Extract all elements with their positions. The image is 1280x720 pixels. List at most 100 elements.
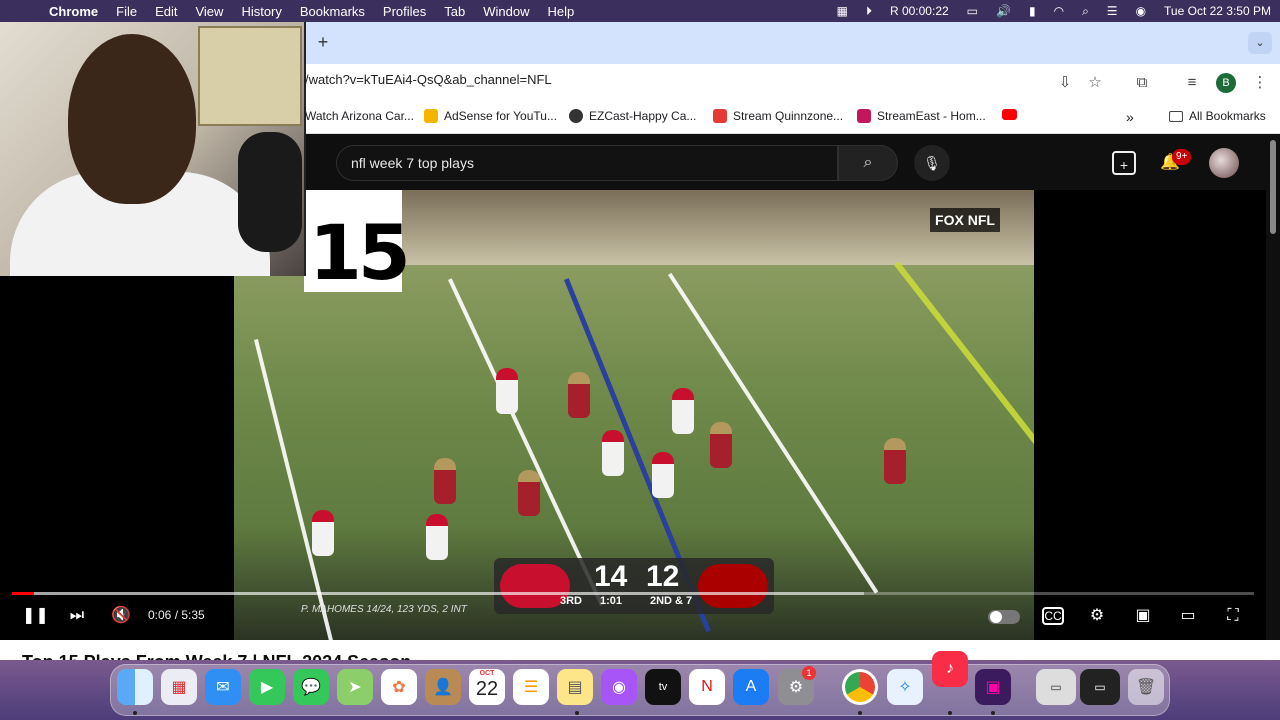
battery-icon[interactable]: ▮: [1020, 4, 1045, 18]
bookmark-item[interactable]: EZCast-Happy Ca...: [569, 109, 696, 123]
music-icon[interactable]: ♪: [932, 651, 968, 687]
screen-recorder-icon[interactable]: ▣: [975, 669, 1011, 705]
settings-badge: 1: [802, 666, 816, 680]
all-bookmarks-button[interactable]: All Bookmarks: [1169, 109, 1266, 123]
game-clock: 1:01: [600, 595, 623, 607]
extensions-icon[interactable]: ⧉: [1131, 72, 1153, 94]
app-menu[interactable]: Chrome: [40, 4, 107, 19]
running-indicator: [133, 711, 137, 715]
bookmark-label: Watch Arizona Car...: [305, 109, 414, 123]
play-icon[interactable]: ⏵: [857, 4, 881, 19]
globe-icon: [569, 109, 583, 123]
bookmark-item[interactable]: AdSense for YouTu...: [424, 109, 557, 123]
bookmarks-overflow-icon[interactable]: »: [1126, 109, 1134, 125]
window-preview-1[interactable]: ▭: [1036, 669, 1076, 705]
settings-gear-icon[interactable]: ⚙: [1086, 604, 1108, 628]
search-input[interactable]: nfl week 7 top plays: [336, 145, 838, 181]
bookmark-item[interactable]: [1002, 109, 1017, 120]
recording-timer[interactable]: R 00:00:22: [881, 4, 958, 18]
player-chiefs: [426, 514, 448, 560]
notes-icon[interactable]: ▤: [557, 669, 593, 705]
tab-search-chevron-icon[interactable]: ⌄: [1248, 32, 1272, 54]
theater-mode-icon[interactable]: ▭: [1176, 604, 1200, 628]
siri-icon[interactable]: ◉: [1127, 4, 1155, 18]
new-tab-icon[interactable]: +: [314, 31, 332, 53]
chiefs-score: 14: [594, 560, 628, 593]
safari-icon[interactable]: ✧: [887, 669, 923, 705]
calendar-day: 22: [475, 678, 499, 700]
menu-profiles[interactable]: Profiles: [374, 4, 435, 19]
contacts-icon[interactable]: 👤: [425, 669, 461, 705]
bookmark-star-icon[interactable]: ☆: [1084, 72, 1106, 94]
mail-icon[interactable]: ✉: [205, 669, 241, 705]
next-video-icon[interactable]: ⏭: [66, 604, 88, 628]
youtube-icon: [1002, 109, 1017, 120]
maps-icon[interactable]: ➤: [337, 669, 373, 705]
install-app-icon[interactable]: ⇩: [1054, 72, 1076, 94]
bookmark-item[interactable]: Watch Arizona Car...: [305, 109, 414, 123]
menu-window[interactable]: Window: [474, 4, 538, 19]
calendar-icon[interactable]: OCT 22: [469, 669, 505, 705]
autoplay-toggle[interactable]: [988, 610, 1020, 624]
clock[interactable]: Tue Oct 22 3:50 PM: [1155, 4, 1280, 18]
video-title: Top 15 Plays From Week 7 | NFL 2024 Seas…: [22, 652, 411, 660]
podcasts-icon[interactable]: ◉: [601, 669, 637, 705]
menu-help[interactable]: Help: [539, 4, 584, 19]
display-icon[interactable]: ▭: [958, 4, 987, 18]
voice-search-icon[interactable]: 🎙: [914, 145, 950, 181]
miniplayer-icon[interactable]: ▣: [1131, 604, 1155, 628]
menu-edit[interactable]: Edit: [146, 4, 186, 19]
calendar-month: OCT: [479, 670, 495, 677]
player-49ers: [710, 422, 732, 468]
muted-volume-icon[interactable]: 🔇: [110, 604, 132, 628]
bookmark-item[interactable]: Stream Quinnzone...: [713, 109, 843, 123]
pause-icon[interactable]: ❚❚: [22, 604, 49, 628]
apple-tv-icon[interactable]: tv: [645, 669, 681, 705]
wifi-icon[interactable]: ◠: [1045, 4, 1073, 18]
media-controls-icon[interactable]: ≡: [1181, 72, 1203, 94]
profile-avatar[interactable]: B: [1216, 73, 1236, 93]
control-center-icon[interactable]: ☰: [1098, 4, 1127, 18]
menu-history[interactable]: History: [232, 4, 290, 19]
webcam-overlay: [0, 22, 306, 276]
streameast-icon: [857, 109, 871, 123]
notification-badge: 9+: [1172, 149, 1192, 165]
fullscreen-icon[interactable]: ⛶: [1221, 604, 1245, 628]
menu-bookmarks[interactable]: Bookmarks: [291, 4, 374, 19]
window-preview-2[interactable]: ▭: [1080, 669, 1120, 705]
app-store-icon[interactable]: A: [733, 669, 769, 705]
photos-icon[interactable]: ✿: [381, 669, 417, 705]
facetime-icon[interactable]: ▶: [249, 669, 285, 705]
news-icon[interactable]: N: [689, 669, 725, 705]
captions-icon[interactable]: CC: [1042, 607, 1064, 625]
bookmark-item[interactable]: StreamEast - Hom...: [857, 109, 986, 123]
page-scrollbar[interactable]: [1270, 140, 1276, 234]
menu-tab[interactable]: Tab: [435, 4, 474, 19]
create-video-icon[interactable]: +: [1112, 151, 1136, 175]
reminders-icon[interactable]: ☰: [513, 669, 549, 705]
volume-icon[interactable]: 🔊: [987, 4, 1020, 18]
kebab-menu-icon[interactable]: ⋮: [1249, 72, 1271, 94]
progress-bar[interactable]: [12, 592, 1254, 595]
account-avatar[interactable]: [1209, 148, 1239, 178]
finder-icon[interactable]: [117, 669, 153, 705]
address-bar[interactable]: /watch?v=kTuEAi4-QsQ&ab_channel=NFL: [305, 72, 552, 87]
menu-view[interactable]: View: [186, 4, 232, 19]
adsense-icon: [424, 109, 438, 123]
player-49ers: [434, 458, 456, 504]
video-frame[interactable]: 15 FOX NFL 14 12 3RD 1:01 2ND & 7 P. MAH…: [234, 190, 1034, 640]
trash-icon[interactable]: 🗑: [1128, 669, 1164, 705]
spotlight-icon[interactable]: ⌕: [1073, 4, 1098, 19]
bookmark-label: Stream Quinnzone...: [733, 109, 844, 123]
video-details: Top 15 Plays From Week 7 | NFL 2024 Seas…: [0, 640, 1280, 660]
scorebug: 14 12 3RD 1:01 2ND & 7: [494, 558, 774, 614]
stage-manager-icon[interactable]: ▦: [828, 4, 857, 18]
menu-file[interactable]: File: [107, 4, 146, 19]
player-chiefs: [652, 452, 674, 498]
player-chiefs: [312, 510, 334, 556]
search-button[interactable]: ⌕: [838, 145, 898, 181]
chrome-icon[interactable]: [842, 669, 878, 705]
launchpad-icon[interactable]: ▦: [161, 669, 197, 705]
messages-icon[interactable]: 💬: [293, 669, 329, 705]
49ers-logo: [698, 564, 768, 608]
